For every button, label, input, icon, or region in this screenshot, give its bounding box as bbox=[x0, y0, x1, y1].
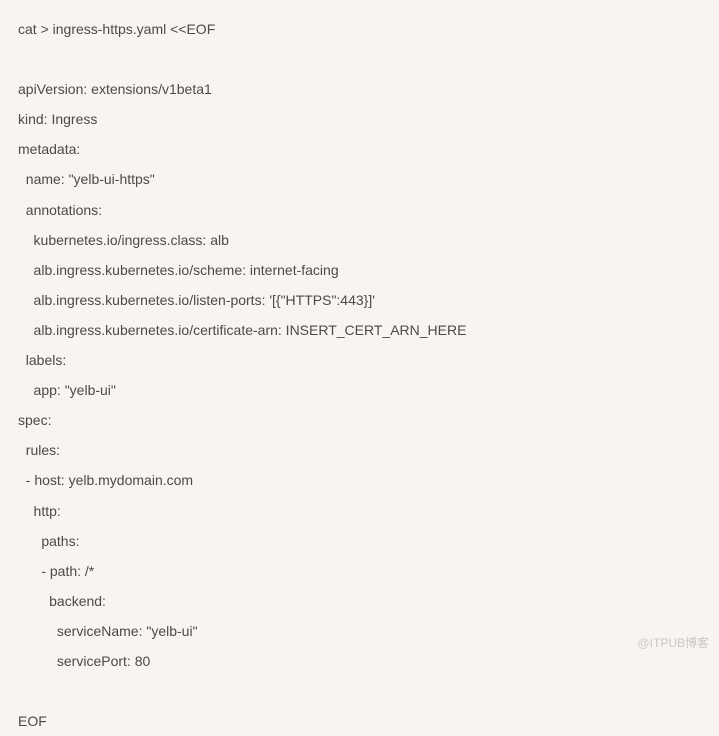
watermark: @ITPUB博客 bbox=[637, 631, 709, 657]
code-block: cat > ingress-https.yaml <<EOF apiVersio… bbox=[18, 14, 701, 736]
